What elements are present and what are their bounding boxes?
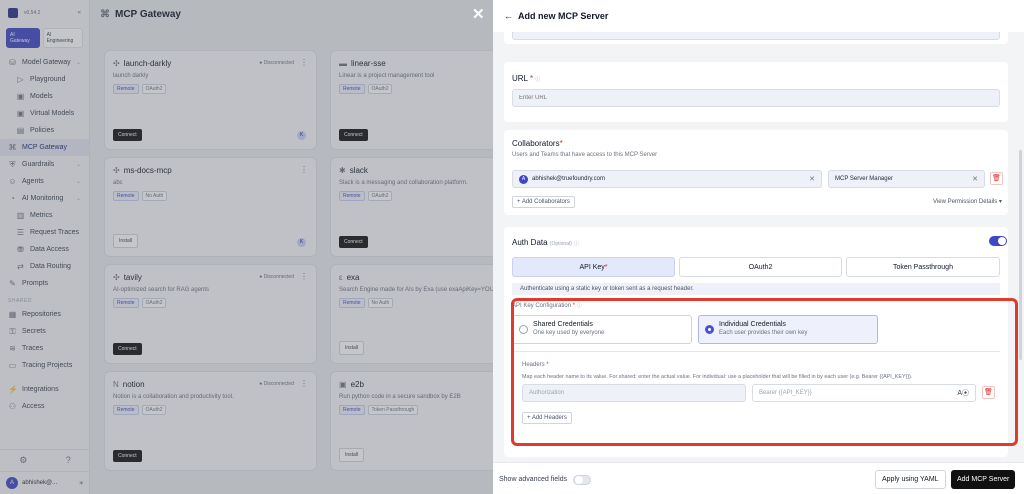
url-label: URL xyxy=(512,74,528,83)
info-icon[interactable]: ⓘ xyxy=(535,77,540,83)
required-mark: * xyxy=(527,74,534,83)
collaborator-role-select[interactable]: MCP Server Manager ✕ xyxy=(828,170,985,188)
show-advanced-toggle[interactable] xyxy=(573,475,591,485)
panel-previous xyxy=(504,32,1008,44)
auth-label-row: Auth Data (Optional) ⓘ xyxy=(512,238,579,247)
url-input[interactable] xyxy=(512,89,1000,107)
back-arrow-icon[interactable]: ← xyxy=(504,11,513,21)
optional-text: (Optional) xyxy=(549,241,572,247)
collaborator-user: abhishek@truefoundry.com xyxy=(532,176,606,182)
clear-icon[interactable]: ✕ xyxy=(972,175,978,183)
collaborators-label: Collaborators xyxy=(512,139,560,148)
modal-backdrop[interactable] xyxy=(0,0,493,494)
add-mcp-server-button[interactable]: Add MCP Server xyxy=(951,470,1016,489)
user-avatar-icon: A xyxy=(519,174,528,184)
auth-data-label: Auth Data xyxy=(512,238,548,247)
drawer-title: Add new MCP Server xyxy=(518,11,609,21)
tab-label: API Key xyxy=(579,263,605,271)
drawer-footer: Show advanced fields Apply using YAML Ad… xyxy=(493,462,1024,494)
auth-tab-oauth2[interactable]: OAuth2 xyxy=(679,257,842,277)
add-mcp-server-drawer: ← Add new MCP Server URL * ⓘ Collaborato… xyxy=(493,0,1024,494)
required-mark: * xyxy=(604,263,608,271)
add-collaborators-button[interactable]: + Add Collaborators xyxy=(512,196,575,208)
panel-url: URL * ⓘ xyxy=(504,62,1008,122)
tab-label: OAuth2 xyxy=(748,263,773,271)
collaborators-subtitle: Users and Teams that have access to this… xyxy=(512,152,658,158)
auth-tab-token-passthrough[interactable]: Token Passthrough xyxy=(846,257,1000,277)
auth-tab-api-key[interactable]: API Key * xyxy=(512,257,675,277)
highlight-box xyxy=(511,298,1018,446)
close-icon[interactable]: ✕ xyxy=(472,5,485,23)
url-label-row: URL * ⓘ xyxy=(512,74,540,83)
info-icon[interactable]: ⓘ xyxy=(574,241,579,247)
collaborators-label-row: Collaborators* xyxy=(512,139,563,148)
panel-collaborators: Collaborators* Users and Teams that have… xyxy=(504,130,1008,215)
view-permission-text: View Permission Details xyxy=(933,199,998,205)
collaborator-role: MCP Server Manager xyxy=(835,176,893,182)
auth-data-toggle[interactable] xyxy=(989,236,1007,246)
delete-collaborator-trash-icon[interactable]: 🗑 xyxy=(990,172,1003,185)
drawer-header: ← Add new MCP Server xyxy=(493,0,1024,32)
scrollbar[interactable] xyxy=(1019,150,1022,360)
tab-label: Token Passthrough xyxy=(893,263,953,271)
show-advanced-label: Show advanced fields xyxy=(499,476,568,483)
view-permission-details-link[interactable]: View Permission Details ▾ xyxy=(933,198,1002,205)
auth-note: Authenticate using a static key or token… xyxy=(512,283,1000,295)
required-mark: * xyxy=(559,139,563,148)
clear-icon[interactable]: ✕ xyxy=(809,175,815,183)
collaborator-user-select[interactable]: A abhishek@truefoundry.com ✕ xyxy=(512,170,822,188)
apply-using-yaml-button[interactable]: Apply using YAML xyxy=(875,470,946,489)
previous-input[interactable] xyxy=(512,32,1000,40)
